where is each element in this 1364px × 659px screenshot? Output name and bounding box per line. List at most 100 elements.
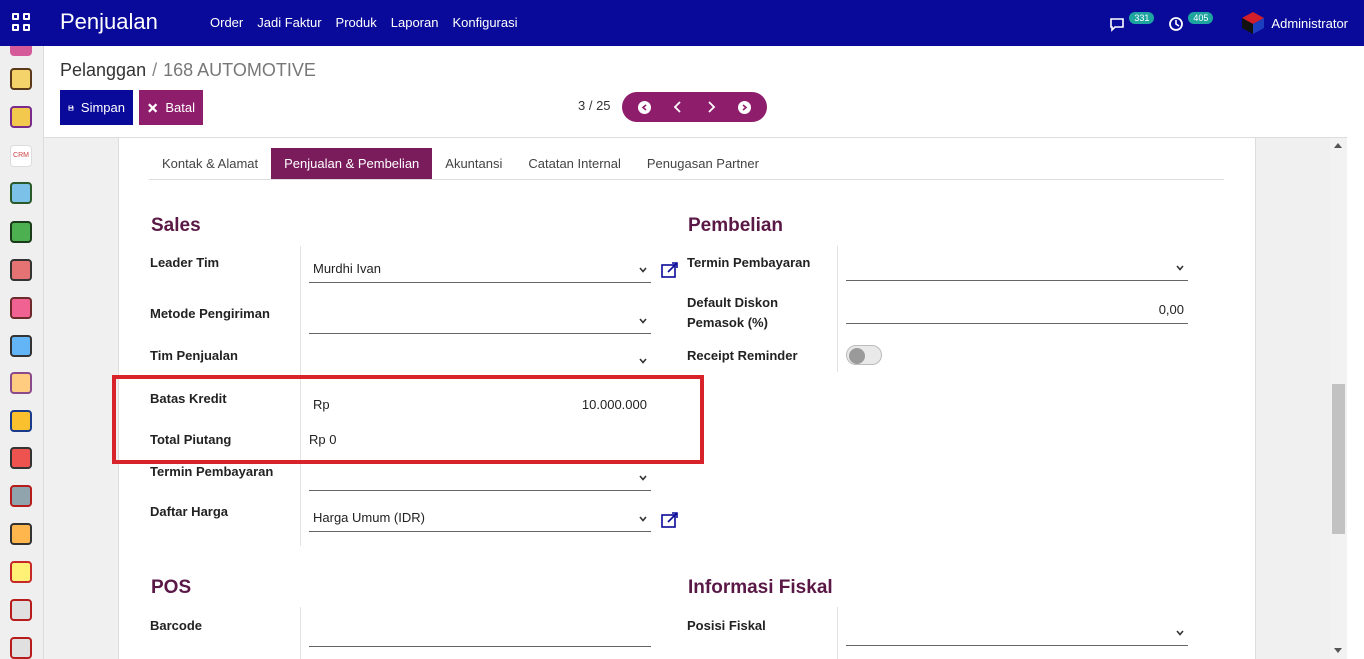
planning-app-icon[interactable] bbox=[10, 637, 32, 659]
systray: 331 405 Administrator bbox=[1109, 9, 1348, 37]
termin-pembayaran-purchase-field[interactable] bbox=[846, 253, 1188, 281]
pembelian-divider bbox=[837, 246, 838, 372]
pos-divider bbox=[300, 607, 301, 659]
menu-laporan[interactable]: Laporan bbox=[391, 15, 439, 30]
termin-pembayaran-sales-label: Termin Pembayaran bbox=[150, 464, 274, 479]
sales-app-icon[interactable] bbox=[10, 182, 32, 204]
default-diskon-value: 0,00 bbox=[1158, 302, 1184, 317]
notes-app-icon[interactable] bbox=[10, 68, 32, 90]
manufacturing-app-icon[interactable] bbox=[10, 447, 32, 469]
save-button[interactable]: Simpan bbox=[60, 90, 133, 125]
daftar-harga-label: Daftar Harga bbox=[150, 504, 229, 519]
menu-konfigurasi[interactable]: Konfigurasi bbox=[452, 15, 517, 30]
pembelian-section-title: Pembelian bbox=[688, 215, 784, 236]
top-menu: Order Jadi Faktur Produk Laporan Konfigu… bbox=[210, 15, 518, 30]
pos-app-icon[interactable] bbox=[10, 297, 32, 319]
default-diskon-field[interactable]: 0,00 bbox=[846, 296, 1188, 324]
fiskal-divider bbox=[837, 607, 838, 659]
chevron-down-icon bbox=[639, 516, 647, 522]
leader-tim-value: Murdhi Ivan bbox=[313, 261, 381, 276]
scroll-up-icon[interactable] bbox=[1334, 143, 1342, 148]
control-panel: Pelanggan /168 AUTOMOTIVE Simpan Batal 3 … bbox=[44, 46, 1347, 138]
scroll-down-icon[interactable] bbox=[1334, 648, 1342, 653]
pager bbox=[622, 92, 767, 122]
tab-akuntansi[interactable]: Akuntansi bbox=[432, 148, 515, 179]
receipt-reminder-toggle[interactable] bbox=[846, 345, 882, 365]
external-link-icon[interactable] bbox=[660, 260, 680, 280]
chevron-left-icon bbox=[673, 101, 681, 113]
purchase-app-icon[interactable] bbox=[10, 335, 32, 357]
sales-section-title: Sales bbox=[151, 215, 201, 236]
chevron-down-icon bbox=[1176, 265, 1184, 271]
chevron-down-icon bbox=[639, 318, 647, 324]
pos-section-title: POS bbox=[151, 577, 192, 598]
tim-penjualan-field[interactable] bbox=[309, 346, 651, 374]
app-title: Penjualan bbox=[60, 9, 158, 34]
previous-record-button[interactable] bbox=[668, 97, 688, 117]
chevron-down-icon bbox=[639, 358, 647, 364]
termin-pembayaran-purchase-label: Termin Pembayaran bbox=[687, 255, 811, 270]
external-link-icon[interactable] bbox=[660, 510, 680, 530]
vertical-scrollbar[interactable] bbox=[1330, 138, 1347, 659]
discuss-app-icon[interactable] bbox=[10, 46, 32, 56]
chevron-down-icon bbox=[639, 475, 647, 481]
inventory-app-icon[interactable] bbox=[10, 372, 32, 394]
posisi-fiskal-field[interactable] bbox=[846, 618, 1188, 646]
default-diskon-label: Default Diskon Pemasok (%) bbox=[687, 293, 778, 333]
window-scroll-strip bbox=[1347, 46, 1364, 659]
default-diskon-label-line1: Default Diskon bbox=[687, 295, 779, 310]
breadcrumb-parent[interactable]: Pelanggan bbox=[60, 60, 146, 80]
employees-app-icon[interactable] bbox=[10, 259, 32, 281]
receipt-reminder-label: Receipt Reminder bbox=[687, 348, 798, 363]
breadcrumb-separator: / bbox=[152, 60, 158, 80]
chevron-left-circle-icon bbox=[641, 103, 647, 111]
cancel-label: Batal bbox=[165, 100, 195, 115]
posisi-fiskal-label: Posisi Fiskal bbox=[687, 618, 766, 633]
barcode-label: Barcode bbox=[150, 618, 203, 633]
tab-penjualan-pembelian[interactable]: Penjualan & Pembelian bbox=[271, 148, 433, 179]
menu-produk[interactable]: Produk bbox=[336, 15, 377, 30]
first-record-button[interactable] bbox=[635, 97, 655, 117]
cancel-icon bbox=[148, 102, 158, 113]
cancel-button[interactable]: Batal bbox=[139, 90, 203, 125]
save-label: Simpan bbox=[80, 100, 125, 115]
metode-pengiriman-field[interactable] bbox=[309, 306, 651, 334]
daftar-harga-value: Harga Umum (IDR) bbox=[313, 510, 425, 525]
leader-tim-label: Leader Tim bbox=[150, 255, 220, 270]
barcode-field[interactable] bbox=[309, 619, 651, 647]
menu-jadi-faktur[interactable]: Jadi Faktur bbox=[257, 15, 321, 30]
dashboard-app-icon[interactable] bbox=[10, 523, 32, 545]
termin-pembayaran-sales-field[interactable] bbox=[309, 463, 651, 491]
scrollbar-thumb[interactable] bbox=[1332, 384, 1345, 534]
tab-kontak-alamat[interactable]: Kontak & Alamat bbox=[149, 148, 271, 179]
leader-tim-field[interactable]: Murdhi Ivan bbox=[309, 255, 651, 283]
user-name[interactable]: Administrator bbox=[1271, 16, 1348, 31]
timesheet-app-icon[interactable] bbox=[10, 561, 32, 583]
app-menu-icon[interactable] bbox=[12, 13, 30, 31]
avatar[interactable] bbox=[1241, 11, 1265, 35]
pager-value[interactable]: 3 / 25 bbox=[578, 98, 611, 113]
next-record-button[interactable] bbox=[701, 97, 721, 117]
tim-penjualan-label: Tim Penjualan bbox=[150, 348, 238, 363]
chevron-right-icon bbox=[708, 101, 716, 113]
calendar-app-icon[interactable] bbox=[10, 599, 32, 621]
chevron-down-icon bbox=[639, 267, 647, 273]
menu-order[interactable]: Order bbox=[210, 15, 243, 30]
chat-icon[interactable] bbox=[1109, 14, 1127, 32]
invoicing-app-icon[interactable] bbox=[10, 221, 32, 243]
contacts-app-icon[interactable] bbox=[10, 106, 32, 128]
metode-pengiriman-label: Metode Pengiriman bbox=[150, 306, 270, 321]
breadcrumb: Pelanggan /168 AUTOMOTIVE bbox=[60, 60, 316, 81]
crm-app-icon[interactable]: CRM bbox=[10, 145, 32, 167]
app-sidebar: CRM bbox=[0, 46, 44, 659]
tab-catatan-internal[interactable]: Catatan Internal bbox=[515, 148, 634, 179]
clock-icon[interactable] bbox=[1168, 14, 1186, 32]
form-tabs: Kontak & Alamat Penjualan & Pembelian Ak… bbox=[149, 148, 1224, 180]
daftar-harga-field[interactable]: Harga Umum (IDR) bbox=[309, 504, 651, 532]
tools-app-icon[interactable] bbox=[10, 485, 32, 507]
barcode-app-icon[interactable] bbox=[10, 410, 32, 432]
highlight-box bbox=[112, 375, 704, 464]
last-record-button[interactable] bbox=[734, 97, 754, 117]
chevron-down-icon bbox=[1176, 630, 1184, 636]
tab-penugasan-partner[interactable]: Penugasan Partner bbox=[634, 148, 772, 179]
